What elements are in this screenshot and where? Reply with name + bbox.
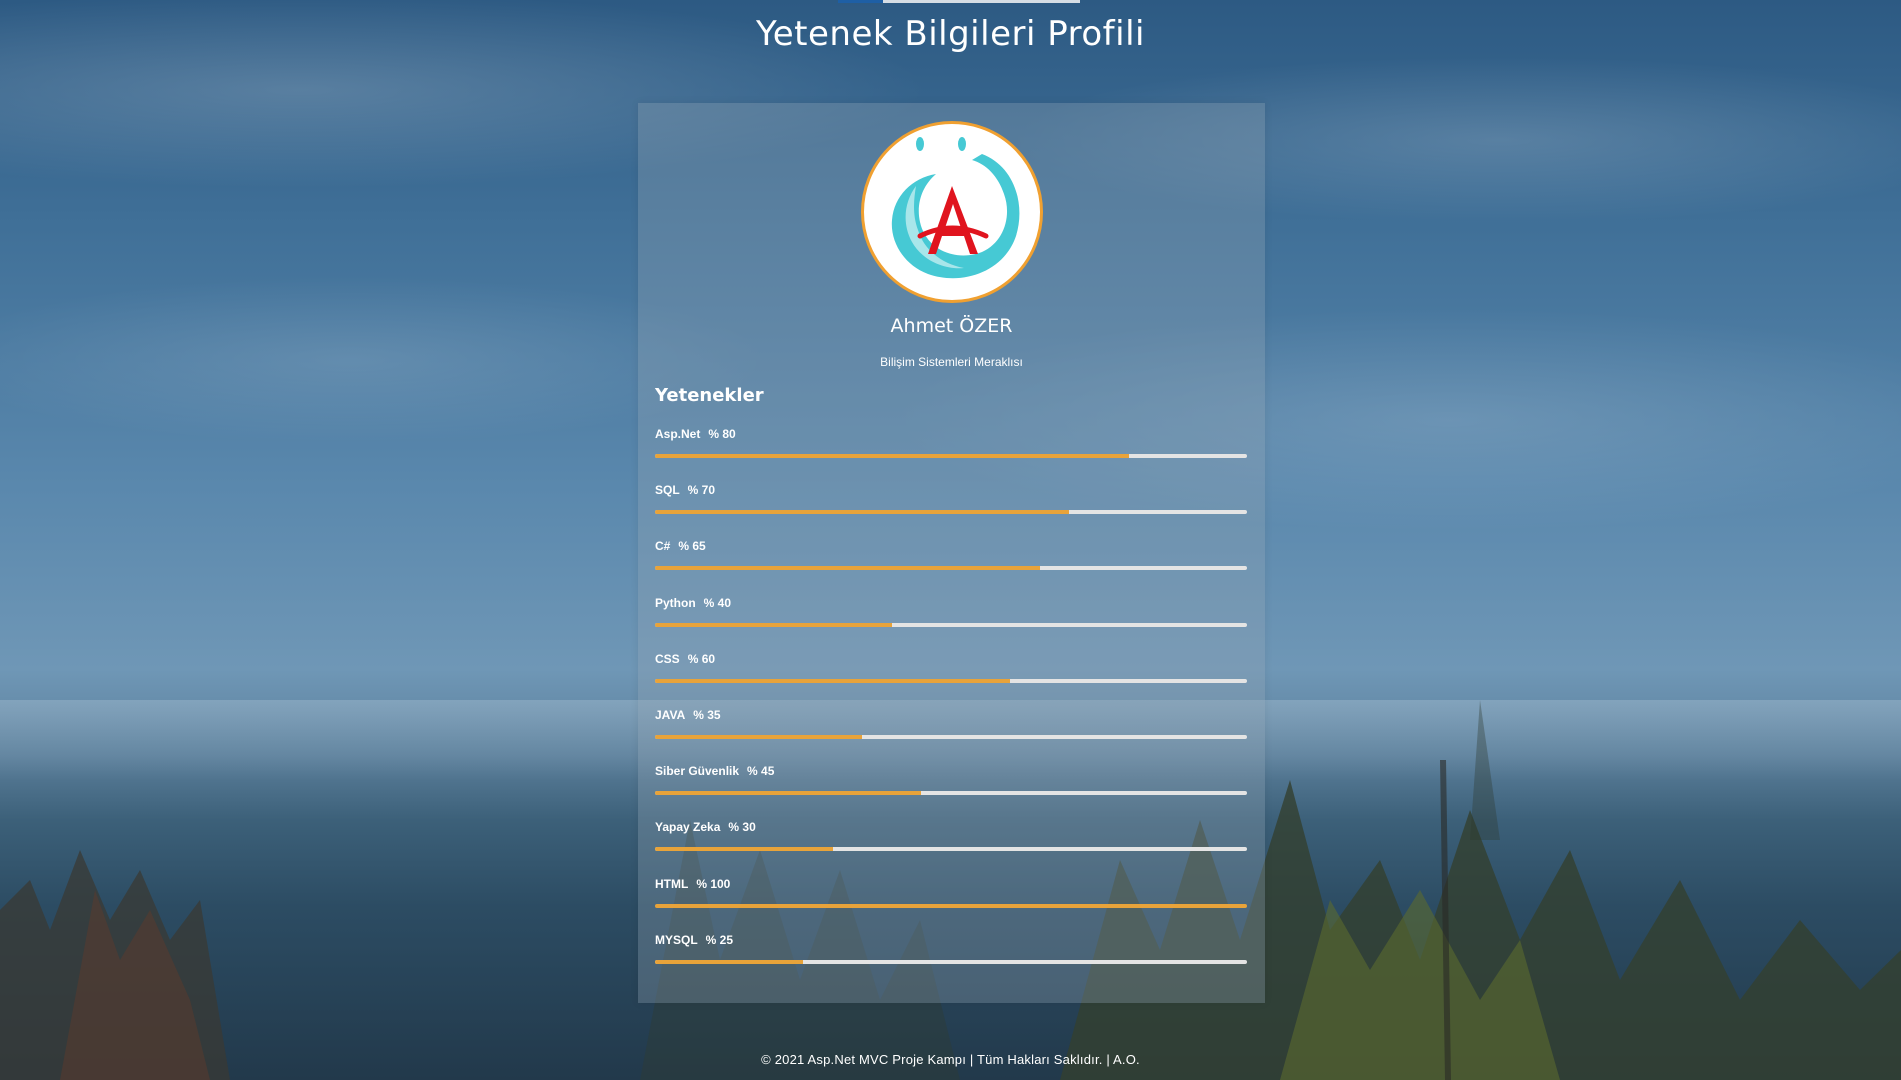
progress-track <box>655 454 1247 458</box>
progress-fill <box>655 678 1011 683</box>
skill-label: JAVA % 35 <box>655 708 721 722</box>
skill-item: Asp.Net % 80 <box>655 427 1247 483</box>
skill-name: Python <box>655 595 696 610</box>
progress-fill <box>655 847 833 852</box>
skill-name: SQL <box>655 483 680 498</box>
progress-track <box>655 903 1247 908</box>
skill-percent: % 70 <box>687 483 716 498</box>
skills-heading: Yetenekler <box>655 385 764 406</box>
skill-name: Siber Güvenlik <box>655 764 740 779</box>
skills-list: Asp.Net % 80 SQL % 70 C# % 65 Python % 40 CS… <box>655 427 1247 989</box>
progress-fill <box>655 959 803 964</box>
skill-percent: % 60 <box>687 651 716 666</box>
progress-track <box>655 791 1247 796</box>
progress-fill <box>655 734 863 739</box>
skill-percent: % 35 <box>693 707 721 722</box>
skill-label: Siber Güvenlik % 45 <box>655 764 774 778</box>
progress-track <box>655 959 1247 964</box>
skill-item: HTML % 100 <box>655 877 1247 933</box>
page-title: Yetenek Bilgileri Profili <box>756 14 1145 54</box>
progress-fill <box>655 454 1129 458</box>
skill-percent: % 30 <box>728 820 756 835</box>
profile-card: Ahmet ÖZER Bilişim Sistemleri Meraklısı … <box>638 103 1265 1003</box>
skill-item: MYSQL % 25 <box>655 933 1247 989</box>
skill-item: Python % 40 <box>655 596 1247 652</box>
progress-track <box>655 678 1247 683</box>
skill-percent: % 25 <box>705 932 734 947</box>
progress-fill <box>655 791 922 796</box>
skill-label: CSS % 60 <box>655 652 715 666</box>
skill-percent: % 100 <box>696 876 731 891</box>
skill-item: Siber Güvenlik % 45 <box>655 764 1247 820</box>
footer-copyright: © 2021 Asp.Net MVC Proje Kampı | Tüm Hak… <box>761 1052 1140 1067</box>
skill-label: C# % 65 <box>655 539 706 553</box>
skill-name: JAVA <box>655 707 686 722</box>
skill-label: Asp.Net % 80 <box>655 427 736 441</box>
skill-percent: % 45 <box>747 764 775 779</box>
progress-fill <box>655 903 1247 908</box>
skill-item: SQL % 70 <box>655 483 1247 539</box>
skill-item: Yapay Zeka % 30 <box>655 820 1247 876</box>
progress-fill <box>655 622 892 627</box>
logo-icon <box>891 137 1020 279</box>
skill-percent: % 40 <box>703 595 732 610</box>
avatar <box>861 121 1043 303</box>
skill-name: C# <box>655 539 671 554</box>
progress-fill <box>655 566 1040 571</box>
profile-subtitle: Bilişim Sistemleri Meraklısı <box>880 355 1023 369</box>
top-loading-strip <box>838 0 1080 3</box>
skill-label: HTML % 100 <box>655 877 730 891</box>
skill-name: Yapay Zeka <box>655 820 721 835</box>
progress-fill <box>655 510 1070 515</box>
skill-item: CSS % 60 <box>655 652 1247 708</box>
progress-track <box>655 510 1247 515</box>
skill-item: JAVA % 35 <box>655 708 1247 764</box>
skill-name: Asp.Net <box>655 427 701 441</box>
progress-track <box>655 622 1247 627</box>
skill-name: CSS <box>655 651 680 666</box>
progress-track <box>655 847 1247 852</box>
progress-track <box>655 566 1247 571</box>
profile-name: Ahmet ÖZER <box>890 315 1013 337</box>
skill-percent: % 65 <box>678 539 706 554</box>
skill-label: SQL % 70 <box>655 483 715 497</box>
skill-label: Python % 40 <box>655 596 731 610</box>
progress-track <box>655 734 1247 739</box>
skill-percent: % 80 <box>708 427 736 441</box>
skill-name: MYSQL <box>655 932 698 947</box>
skill-name: HTML <box>655 876 689 891</box>
skill-label: MYSQL % 25 <box>655 933 733 947</box>
skill-item: C# % 65 <box>655 539 1247 595</box>
skill-label: Yapay Zeka % 30 <box>655 820 756 834</box>
